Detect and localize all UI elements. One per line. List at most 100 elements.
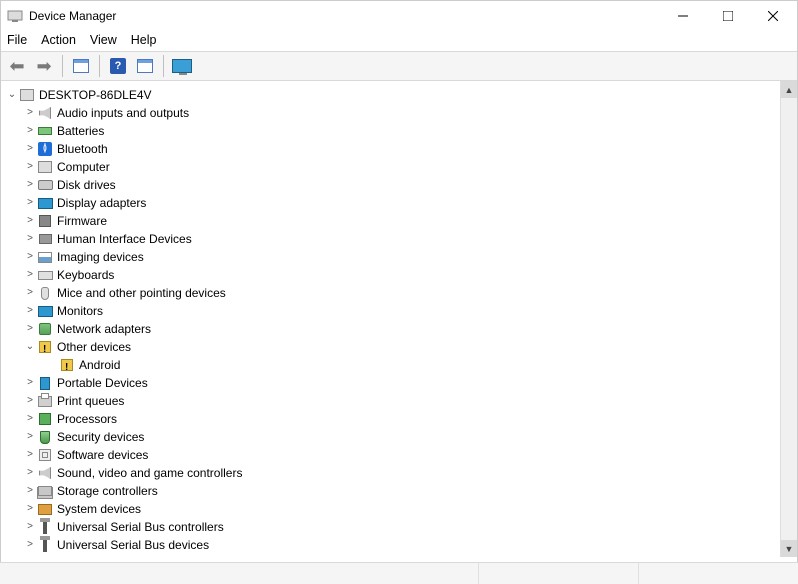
tree-node-bluetooth[interactable]: >≬Bluetooth	[3, 140, 795, 158]
printer-icon	[37, 393, 53, 409]
show-hide-panel-button[interactable]	[69, 54, 93, 78]
tree-node-imaging-devices[interactable]: > Imaging devices	[3, 248, 795, 266]
tree-node-print-queues[interactable]: >Print queues	[3, 392, 795, 410]
expand-icon[interactable]: >	[23, 464, 37, 482]
collapse-icon[interactable]: ⌄	[23, 338, 37, 356]
usb-icon	[37, 537, 53, 553]
expand-icon[interactable]: >	[23, 266, 37, 284]
device-tree-panel: ⌄ DESKTOP-86DLE4V>Audio inputs and output…	[1, 81, 797, 557]
menu-action[interactable]: Action	[41, 33, 76, 47]
tree-node-storage-controllers[interactable]: > Storage controllers	[3, 482, 795, 500]
tree-node-computer[interactable]: > Computer	[3, 158, 795, 176]
tree-node-label: Imaging devices	[57, 248, 144, 266]
tree-node-label: Display adapters	[57, 194, 146, 212]
expand-icon[interactable]: >	[23, 500, 37, 518]
cpu-icon	[37, 411, 53, 427]
status-bar	[0, 562, 798, 584]
tree-node-root[interactable]: ⌄ DESKTOP-86DLE4V	[3, 86, 795, 104]
expand-icon[interactable]: >	[23, 482, 37, 500]
speaker-icon	[37, 465, 53, 481]
tree-node-mice-and-other-pointing-devices[interactable]: >Mice and other pointing devices	[3, 284, 795, 302]
software-icon	[37, 447, 53, 463]
expand-icon[interactable]: >	[23, 518, 37, 536]
tree-node-display-adapters[interactable]: > Display adapters	[3, 194, 795, 212]
device-tree[interactable]: ⌄ DESKTOP-86DLE4V>Audio inputs and output…	[1, 81, 797, 557]
scroll-down-button[interactable]: ▼	[781, 540, 797, 557]
tree-node-label: Keyboards	[57, 266, 114, 284]
scan-hardware-button[interactable]	[170, 54, 194, 78]
tree-node-firmware[interactable]: > Firmware	[3, 212, 795, 230]
keyboard-icon	[37, 267, 53, 283]
toolbar-separator	[163, 55, 164, 77]
maximize-button[interactable]	[705, 2, 750, 30]
scroll-up-button[interactable]: ▲	[781, 81, 797, 98]
tree-node-universal-serial-bus-controllers[interactable]: >Universal Serial Bus controllers	[3, 518, 795, 536]
expand-icon[interactable]: >	[23, 428, 37, 446]
nav-back-button[interactable]: ⬅	[5, 54, 29, 78]
tree-node-disk-drives[interactable]: >Disk drives	[3, 176, 795, 194]
tree-node-audio-inputs-and-outputs[interactable]: >Audio inputs and outputs	[3, 104, 795, 122]
mouse-icon	[37, 285, 53, 301]
status-pane	[638, 563, 798, 584]
close-button[interactable]	[750, 2, 795, 30]
expand-icon[interactable]: >	[23, 446, 37, 464]
expand-icon[interactable]: >	[23, 374, 37, 392]
tree-node-other-devices[interactable]: ⌄Other devices	[3, 338, 795, 356]
help-button[interactable]: ?	[106, 54, 130, 78]
status-pane	[0, 563, 478, 584]
toolbar: ⬅ ➡ ?	[1, 51, 797, 81]
bluetooth-icon: ≬	[37, 141, 53, 157]
collapse-icon[interactable]: ⌄	[5, 86, 19, 104]
hid-icon	[37, 231, 53, 247]
menu-help[interactable]: Help	[131, 33, 157, 47]
tree-node-security-devices[interactable]: >Security devices	[3, 428, 795, 446]
menu-file[interactable]: File	[7, 33, 27, 47]
nav-forward-button[interactable]: ➡	[32, 54, 56, 78]
expand-icon[interactable]: >	[23, 212, 37, 230]
tree-node-label: Universal Serial Bus devices	[57, 536, 209, 554]
expand-icon[interactable]: >	[23, 140, 37, 158]
battery-icon	[37, 123, 53, 139]
tree-node-label: Firmware	[57, 212, 107, 230]
menu-view[interactable]: View	[90, 33, 117, 47]
tree-node-processors[interactable]: >Processors	[3, 410, 795, 428]
tree-node-system-devices[interactable]: >System devices	[3, 500, 795, 518]
vertical-scrollbar[interactable]: ▲ ▼	[780, 81, 797, 557]
app-icon	[7, 8, 23, 24]
root-icon	[19, 87, 35, 103]
title-bar: Device Manager	[1, 1, 797, 31]
tree-node-software-devices[interactable]: >Software devices	[3, 446, 795, 464]
expand-icon[interactable]: >	[23, 284, 37, 302]
tree-node-sound-video-and-game-controllers[interactable]: >Sound, video and game controllers	[3, 464, 795, 482]
monitor-icon	[37, 195, 53, 211]
tree-node-label: Storage controllers	[57, 482, 158, 500]
expand-icon[interactable]: >	[23, 230, 37, 248]
tree-node-label: Monitors	[57, 302, 103, 320]
expand-icon[interactable]: >	[23, 176, 37, 194]
tree-node-universal-serial-bus-devices[interactable]: > Universal Serial Bus devices	[3, 536, 795, 554]
tree-node-monitors[interactable]: > Monitors	[3, 302, 795, 320]
tree-node-label: Bluetooth	[57, 140, 108, 158]
tree-node-android[interactable]: Android	[3, 356, 795, 374]
expand-icon[interactable]: >	[23, 410, 37, 428]
storage-icon	[37, 483, 53, 499]
expand-icon[interactable]: >	[23, 194, 37, 212]
tree-node-label: Portable Devices	[57, 374, 148, 392]
expand-icon[interactable]: >	[23, 536, 37, 554]
tree-node-network-adapters[interactable]: >Network adapters	[3, 320, 795, 338]
tree-node-keyboards[interactable]: > Keyboards	[3, 266, 795, 284]
minimize-button[interactable]	[660, 2, 705, 30]
expand-icon[interactable]: >	[23, 104, 37, 122]
tree-node-batteries[interactable]: >Batteries	[3, 122, 795, 140]
expand-icon[interactable]: >	[23, 320, 37, 338]
tree-node-label: Computer	[57, 158, 110, 176]
expand-icon[interactable]: >	[23, 248, 37, 266]
tree-node-portable-devices[interactable]: > Portable Devices	[3, 374, 795, 392]
expand-icon[interactable]: >	[23, 122, 37, 140]
properties-button[interactable]	[133, 54, 157, 78]
tree-node-label: DESKTOP-86DLE4V	[39, 86, 152, 104]
tree-node-human-interface-devices[interactable]: >Human Interface Devices	[3, 230, 795, 248]
expand-icon[interactable]: >	[23, 302, 37, 320]
expand-icon[interactable]: >	[23, 392, 37, 410]
expand-icon[interactable]: >	[23, 158, 37, 176]
